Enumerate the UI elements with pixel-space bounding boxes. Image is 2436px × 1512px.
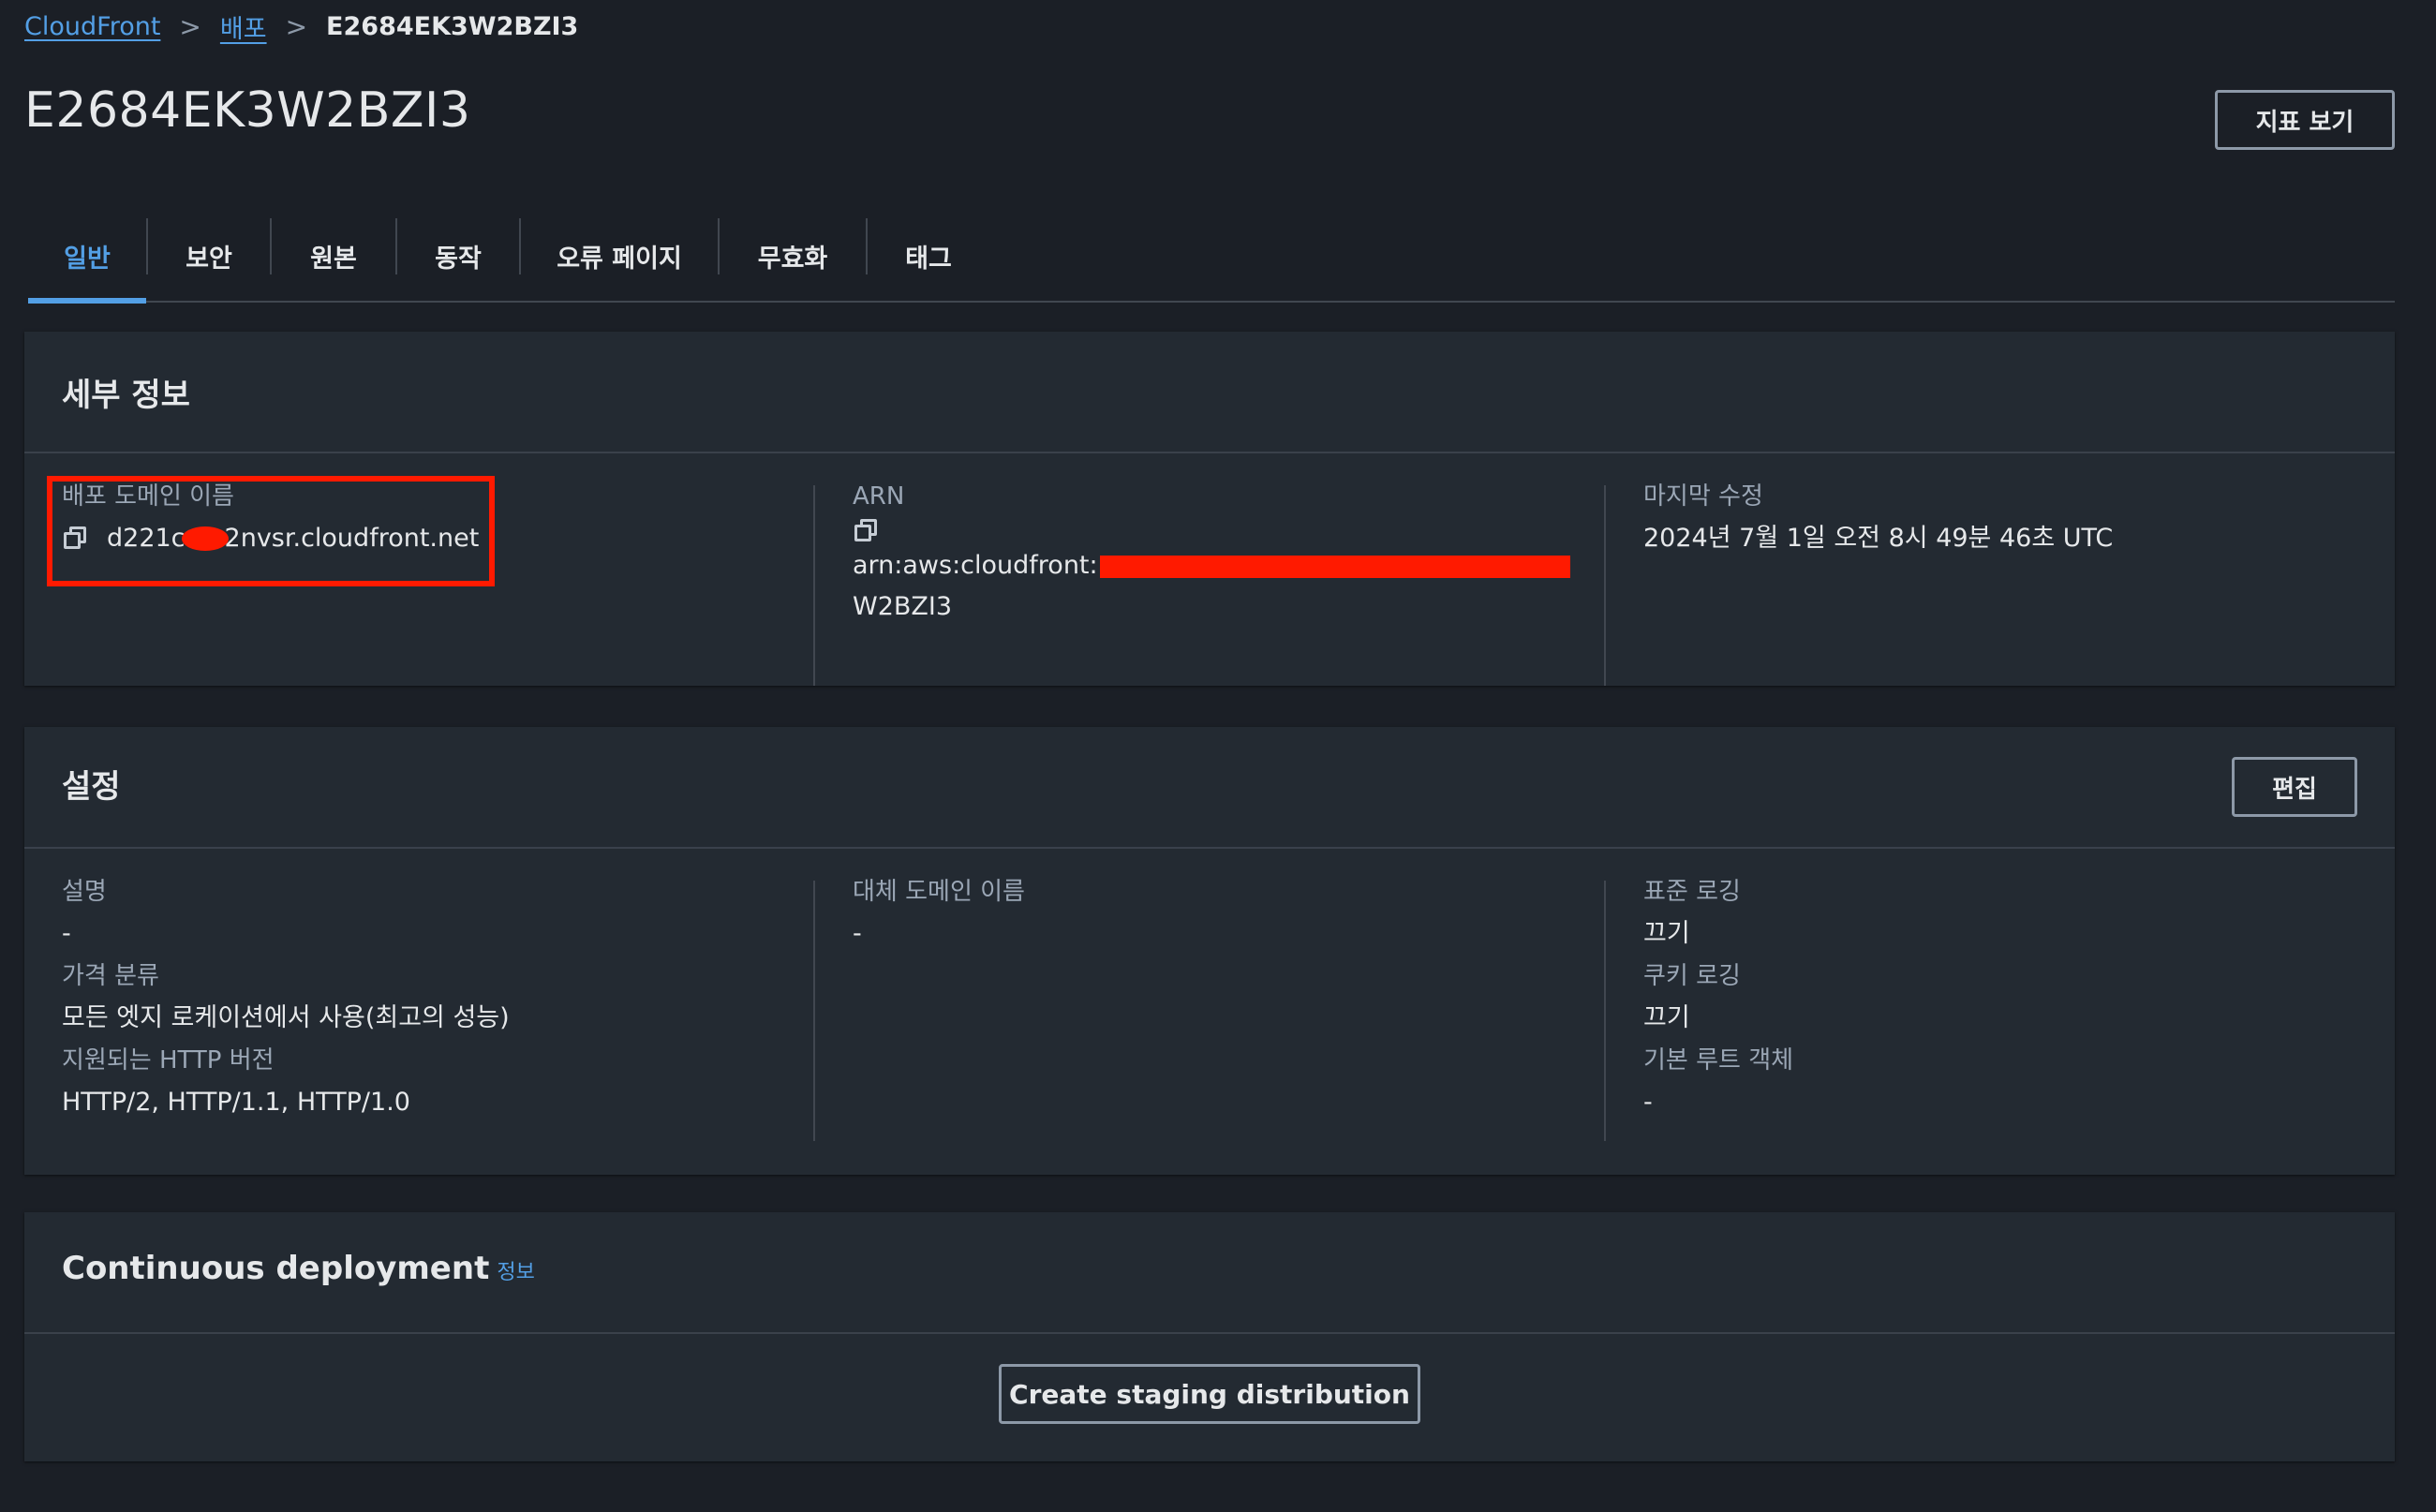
description-value: - (62, 919, 71, 948)
chevron-right-icon: > (179, 10, 201, 42)
column-divider (1604, 881, 1606, 1141)
default-root-object-label: 기본 루트 객체 (1643, 1046, 1794, 1075)
modified-label: 마지막 수정 (1643, 482, 1763, 511)
cookie-logging-label: 쿠키 로깅 (1643, 962, 1741, 990)
tab-security[interactable]: 보안 (148, 211, 270, 301)
arn-prefix: arn:aws:cloudfront: (853, 551, 1098, 580)
copy-icon[interactable] (853, 517, 881, 545)
view-metrics-button[interactable]: 지표 보기 (2215, 90, 2395, 150)
alt-domain-value: - (853, 919, 862, 948)
page-title: E2684EK3W2BZI3 (24, 82, 471, 139)
arn-copy-row (853, 517, 1602, 545)
tab-origins[interactable]: 원본 (272, 211, 395, 301)
cookie-logging-value: 끄기 (1643, 1003, 1690, 1032)
column-divider (813, 485, 815, 686)
settings-column-2: 대체 도메인 이름 - (853, 871, 1602, 956)
breadcrumb-current: E2684EK3W2BZI3 (326, 11, 579, 41)
modified-column: 마지막 수정 2024년 7월 1일 오전 8시 49분 46초 UTC (1643, 476, 2374, 560)
settings-title: 설정 (62, 768, 121, 806)
alt-domain-label: 대체 도메인 이름 (853, 878, 1025, 906)
settings-column-1: 설명 - 가격 분류 모든 엣지 로케이션에서 사용(최고의 성능) 지원되는 … (62, 871, 811, 1124)
tab-invalidations[interactable]: 무효화 (720, 211, 866, 301)
chevron-right-icon: > (285, 10, 308, 42)
modified-value: 2024년 7월 1일 오전 8시 49분 46초 UTC (1643, 524, 2114, 553)
breadcrumb-cloudfront-link[interactable]: CloudFront (24, 12, 160, 41)
redaction-mark (1099, 555, 1570, 578)
settings-column-3: 표준 로깅 끄기 쿠키 로깅 끄기 기본 루트 객체 - (1643, 871, 2374, 1124)
arn-suffix: W2BZI3 (853, 592, 953, 621)
arn-column: ARN arn:aws:cloudfront: W2BZI3 (853, 476, 1602, 628)
tab-bar: 일반 보안 원본 동작 오류 페이지 무효화 태그 (28, 211, 2395, 304)
breadcrumb-distributions-link[interactable]: 배포 (220, 8, 267, 45)
continuous-deployment-header: Continuous deployment 정보 (24, 1212, 2395, 1334)
breadcrumb: CloudFront > 배포 > E2684EK3W2BZI3 (24, 6, 578, 47)
standard-logging-value: 끄기 (1643, 919, 1690, 948)
continuous-deployment-panel: Continuous deployment 정보 (24, 1212, 2395, 1461)
tab-general[interactable]: 일반 (28, 211, 146, 304)
settings-header: 설정 (24, 727, 2395, 849)
arn-label: ARN (853, 482, 905, 511)
standard-logging-label: 표준 로깅 (1643, 878, 1741, 906)
column-divider (1604, 485, 1606, 686)
continuous-deployment-title-text: Continuous deployment (62, 1250, 490, 1287)
settings-panel: 설정 설명 - 가격 분류 모든 엣지 로케이션에서 사용(최고의 성능) 지원… (24, 727, 2395, 1175)
tab-behaviors[interactable]: 동작 (397, 211, 519, 301)
details-header: 세부 정보 (24, 332, 2395, 453)
info-link[interactable]: 정보 (497, 1261, 534, 1284)
tab-tags[interactable]: 태그 (868, 211, 989, 301)
create-staging-distribution-button[interactable]: Create staging distribution (999, 1364, 1420, 1424)
description-label: 설명 (62, 878, 107, 906)
price-class-label: 가격 분류 (62, 962, 159, 990)
details-title: 세부 정보 (62, 377, 190, 414)
default-root-object-value: - (1643, 1088, 1653, 1117)
edit-settings-button[interactable]: 편집 (2232, 757, 2357, 817)
column-divider (813, 881, 815, 1141)
highlight-box (47, 476, 495, 586)
http-versions-label: 지원되는 HTTP 버전 (62, 1046, 275, 1075)
continuous-deployment-title: Continuous deployment 정보 (62, 1250, 535, 1287)
arn-value: arn:aws:cloudfront: (853, 545, 1602, 586)
price-class-value: 모든 엣지 로케이션에서 사용(최고의 성능) (62, 1003, 510, 1032)
tab-error-pages[interactable]: 오류 페이지 (521, 211, 718, 301)
http-versions-value: HTTP/2, HTTP/1.1, HTTP/1.0 (62, 1088, 410, 1117)
